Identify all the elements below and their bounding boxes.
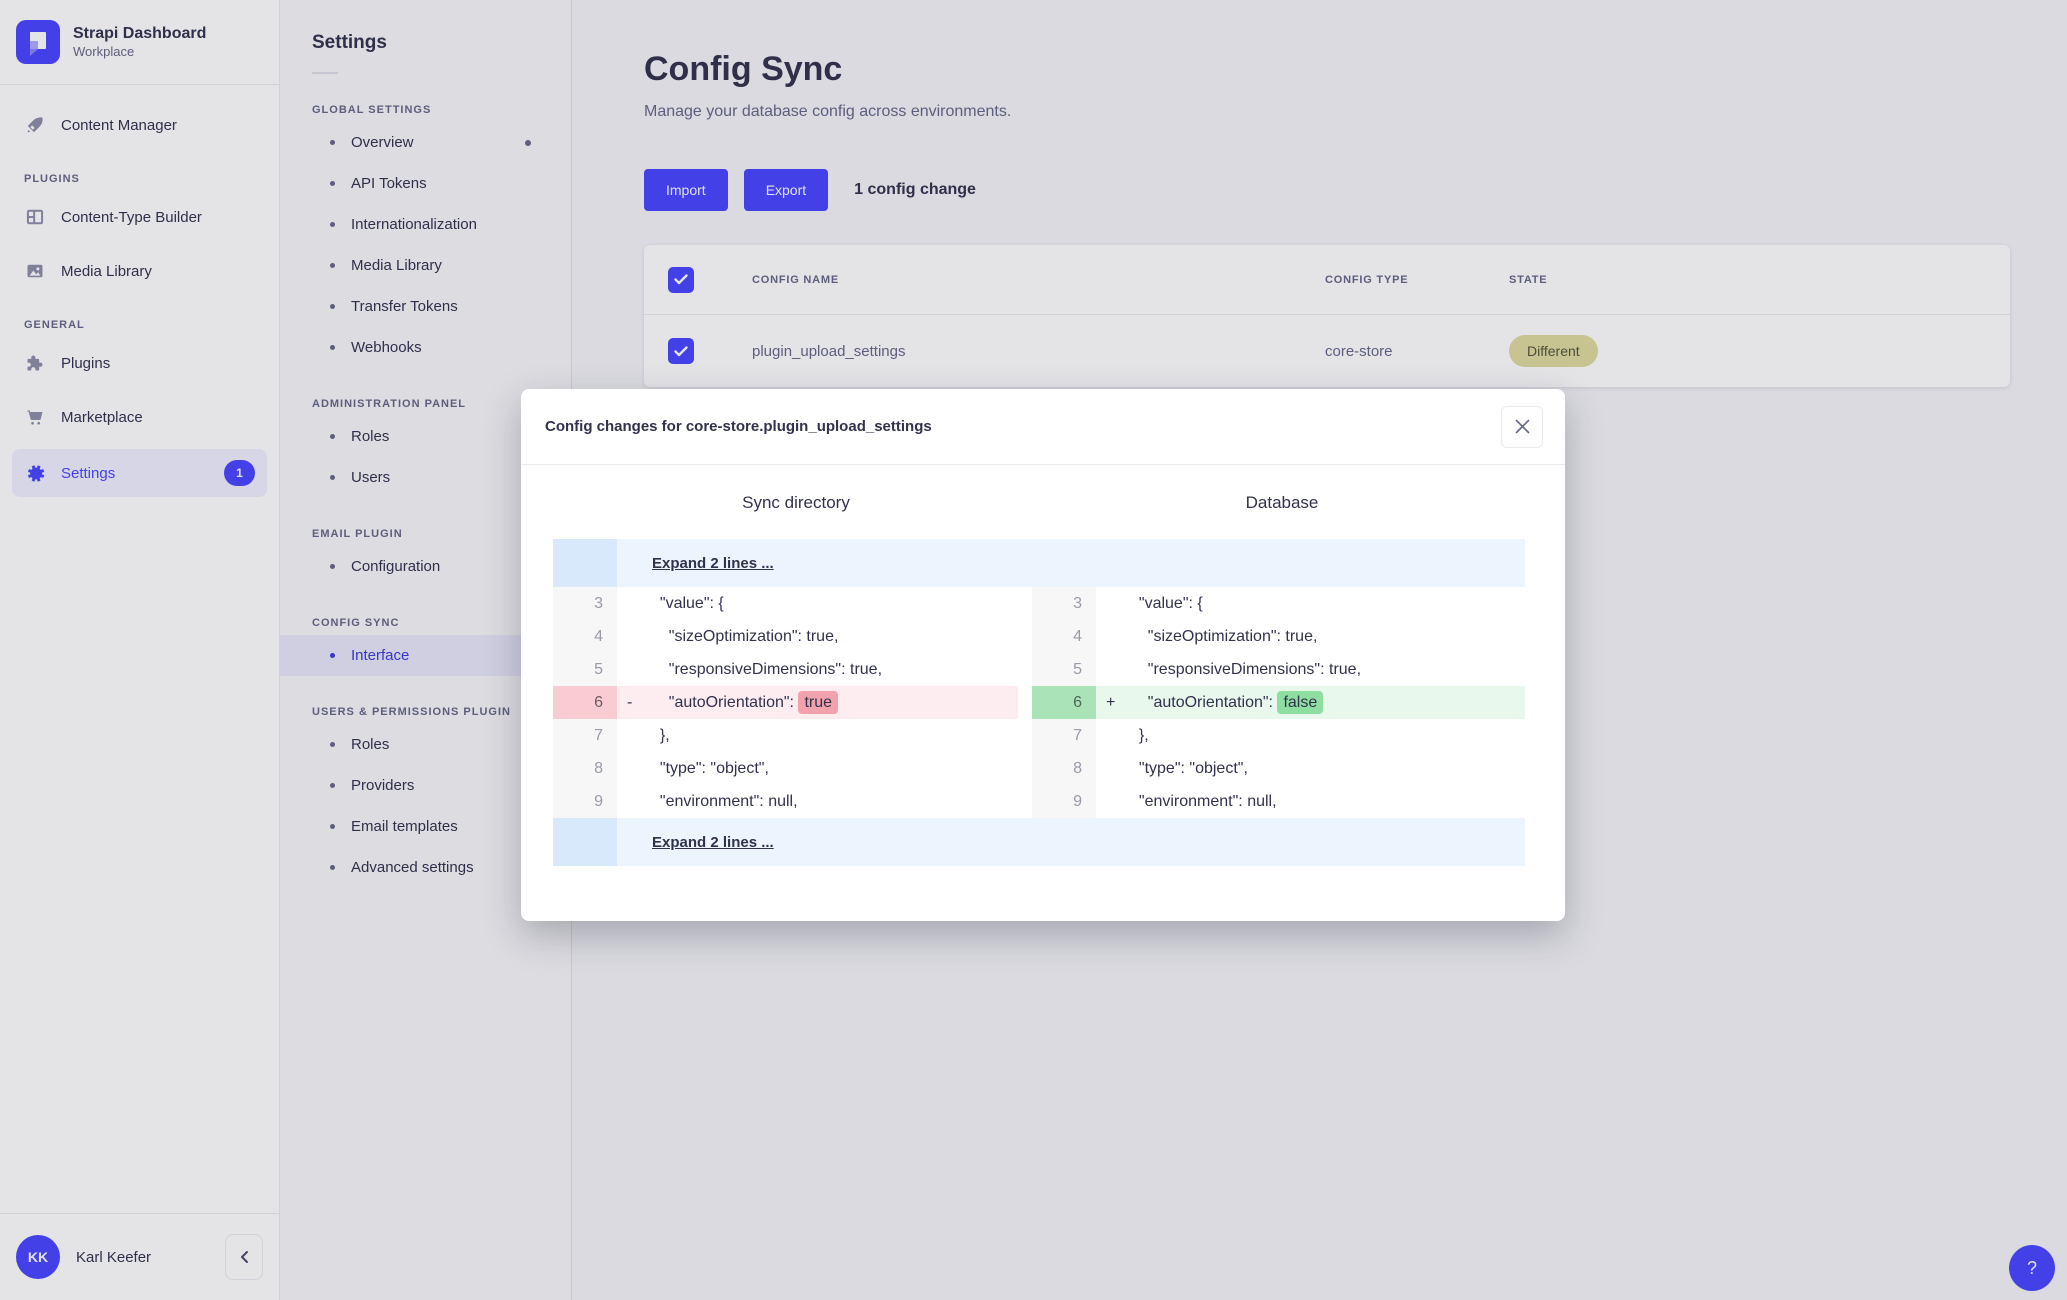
database-title: Database bbox=[1245, 493, 1319, 512]
code-line: "environment": null, bbox=[651, 793, 798, 810]
code-line: }, bbox=[651, 727, 670, 744]
line-number: 6 bbox=[553, 686, 617, 719]
line-number: 3 bbox=[1032, 587, 1096, 620]
line-number: 7 bbox=[553, 719, 617, 752]
expand-gutter bbox=[553, 818, 617, 866]
diff-line-changed: 6 - "autoOrientation": true 6 + "autoOri… bbox=[553, 686, 1525, 719]
close-button[interactable] bbox=[1501, 405, 1543, 448]
removed-token: true bbox=[798, 691, 839, 714]
code-line: "environment": null, bbox=[1130, 793, 1277, 810]
line-number: 4 bbox=[553, 620, 617, 653]
line-number: 3 bbox=[553, 587, 617, 620]
expand-row-bottom: Expand 2 lines ... bbox=[553, 818, 1525, 866]
code-line: }, bbox=[1130, 727, 1149, 744]
line-number: 9 bbox=[553, 785, 617, 818]
line-number: 4 bbox=[1032, 620, 1096, 653]
diff-column-titles: Sync directory Database bbox=[553, 493, 1525, 513]
code-line: "value": { bbox=[651, 595, 724, 612]
line-number: 7 bbox=[1032, 719, 1096, 752]
code-line: "responsiveDimensions": true, bbox=[1130, 661, 1362, 678]
close-icon bbox=[1515, 419, 1530, 434]
line-number: 9 bbox=[1032, 785, 1096, 818]
diff-line: 4 "sizeOptimization": true, 4 "sizeOptim… bbox=[553, 620, 1525, 653]
code-line: "sizeOptimization": true, bbox=[1130, 628, 1318, 645]
added-token: false bbox=[1277, 691, 1324, 714]
code-line: "responsiveDimensions": true, bbox=[651, 661, 883, 678]
modal-header: Config changes for core-store.plugin_upl… bbox=[521, 389, 1565, 465]
sync-directory-title: Sync directory bbox=[742, 493, 850, 512]
expand-gutter bbox=[553, 539, 617, 587]
expand-lines-link[interactable]: Expand 2 lines ... bbox=[652, 834, 774, 851]
code-line-added: + "autoOrientation": false bbox=[1096, 686, 1525, 719]
diff-line: 9 "environment": null, 9 "environment": … bbox=[553, 785, 1525, 818]
line-number: 8 bbox=[1032, 752, 1096, 785]
added-marker: + bbox=[1106, 694, 1116, 711]
expand-lines-link[interactable]: Expand 2 lines ... bbox=[652, 555, 774, 572]
modal-title: Config changes for core-store.plugin_upl… bbox=[545, 418, 932, 435]
diff-line: 3 "value": { 3 "value": { bbox=[553, 587, 1525, 620]
diff-view: Expand 2 lines ... 3 "value": { 3 "value… bbox=[553, 539, 1525, 866]
code-line-removed: - "autoOrientation": true bbox=[617, 686, 1018, 719]
line-number: 5 bbox=[553, 653, 617, 686]
expand-row-top: Expand 2 lines ... bbox=[553, 539, 1525, 587]
code-line: "type": "object", bbox=[651, 760, 769, 777]
diff-line: 7 }, 7 }, bbox=[553, 719, 1525, 752]
code-line: "value": { bbox=[1130, 595, 1203, 612]
diff-line: 5 "responsiveDimensions": true, 5 "respo… bbox=[553, 653, 1525, 686]
removed-marker: - bbox=[627, 694, 633, 711]
config-diff-modal: Config changes for core-store.plugin_upl… bbox=[521, 389, 1565, 921]
code-line: "sizeOptimization": true, bbox=[651, 628, 839, 645]
code-line: "type": "object", bbox=[1130, 760, 1248, 777]
diff-line: 8 "type": "object", 8 "type": "object", bbox=[553, 752, 1525, 785]
line-number: 5 bbox=[1032, 653, 1096, 686]
line-number: 8 bbox=[553, 752, 617, 785]
line-number: 6 bbox=[1032, 686, 1096, 719]
